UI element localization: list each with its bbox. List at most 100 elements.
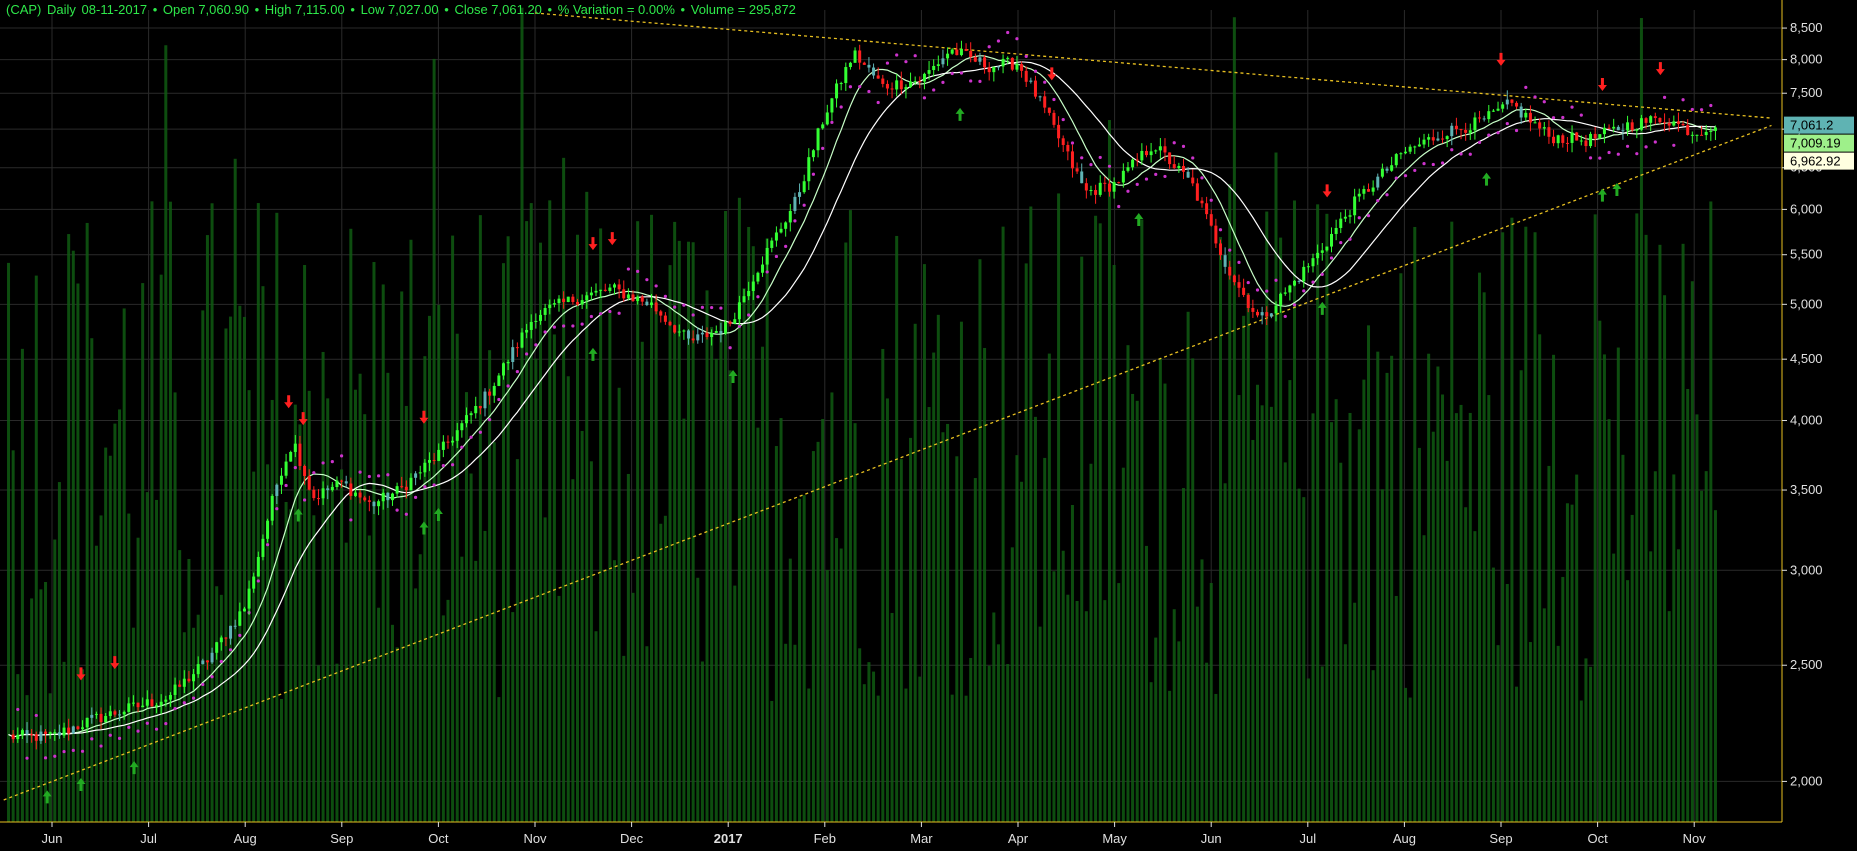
candle-body: [677, 331, 681, 333]
x-tick-label: Sep: [330, 831, 353, 846]
sar-dot: [460, 445, 464, 449]
sar-dot: [80, 749, 85, 753]
candle-body: [557, 298, 561, 304]
price-tag: 7,061.2: [1784, 116, 1854, 134]
x-tick-label: Jun: [1201, 831, 1222, 846]
candle-body: [1417, 144, 1421, 147]
volume-bar: [1602, 354, 1606, 822]
candle-body: [779, 228, 783, 233]
volume-bar: [1260, 405, 1264, 822]
candle-body: [1621, 130, 1625, 132]
candle-body: [20, 730, 24, 735]
candle-body: [848, 62, 852, 68]
candle-body: [1663, 122, 1667, 124]
candle-body: [279, 475, 283, 485]
sar-dot: [414, 495, 418, 499]
volume-bar: [44, 582, 48, 822]
volume-bar: [700, 661, 704, 822]
volume-bar: [1593, 214, 1597, 822]
y-tick-label: 7,500: [1790, 85, 1823, 100]
volume-bar: [1024, 263, 1028, 822]
volume-bar: [1695, 414, 1699, 822]
candle-body: [349, 483, 353, 496]
volume-bar: [414, 588, 418, 822]
sar-dot: [238, 633, 242, 637]
volume-bar: [1367, 325, 1371, 822]
volume-bar: [497, 697, 501, 822]
candle-body: [229, 625, 233, 639]
candle-body: [353, 492, 357, 496]
trendline: [534, 12, 1772, 119]
volume-bar: [1172, 609, 1176, 822]
volume-bar: [1621, 454, 1625, 822]
volume-bar: [1357, 429, 1361, 822]
volume-bar: [719, 319, 723, 822]
sell-arrow: [298, 412, 308, 426]
sar-dot: [673, 305, 677, 309]
volume-bar: [1200, 559, 1204, 822]
x-tick-label: May: [1102, 831, 1127, 846]
volume-bar: [807, 688, 811, 822]
volume-bar: [927, 407, 931, 822]
candle-body: [1408, 146, 1412, 152]
volume-bar: [1616, 347, 1620, 822]
volume-bar: [946, 423, 950, 822]
sar-dot: [210, 675, 214, 679]
header-sep: •: [254, 2, 260, 17]
candle-body: [1565, 142, 1569, 144]
sar-dot: [552, 325, 556, 329]
volume-bar: [1242, 315, 1246, 822]
volume-bar: [1033, 416, 1037, 822]
volume-bar: [626, 473, 630, 822]
candle-body: [1052, 112, 1056, 125]
candle-body: [1325, 246, 1329, 251]
volume-bar: [811, 451, 815, 822]
candle-body: [506, 362, 510, 364]
volume-bar: [1205, 662, 1209, 822]
sar-dot: [1255, 288, 1260, 292]
volume-bar: [1255, 384, 1260, 822]
volume-bar: [1214, 693, 1218, 822]
candle-body: [1246, 294, 1250, 308]
candle-body: [252, 576, 256, 589]
candle-body: [1496, 108, 1500, 111]
sar-dot: [599, 312, 603, 316]
candle-body: [793, 196, 797, 211]
x-tick-label: Jun: [42, 831, 63, 846]
volume-bar: [1505, 583, 1509, 822]
sar-dot: [562, 324, 566, 328]
buy-arrow: [1482, 172, 1492, 186]
volume-bar: [224, 328, 228, 822]
sar-dot: [1098, 155, 1102, 160]
candle-body: [576, 301, 580, 305]
sar-dot: [1496, 131, 1500, 135]
sar-dot: [700, 305, 705, 309]
volume-bar: [1131, 393, 1135, 822]
sar-dot: [626, 267, 630, 271]
sar-dot: [256, 579, 260, 583]
candle-body: [742, 296, 746, 303]
volume-bar: [1010, 547, 1014, 822]
sar-dot: [173, 706, 177, 711]
candle-body: [751, 281, 755, 291]
candle-body: [451, 440, 455, 443]
candle-body: [770, 240, 774, 248]
volume-bar: [1265, 211, 1269, 822]
candle-body: [1431, 137, 1435, 141]
volume-bar: [899, 459, 903, 822]
y-tick-label: 6,000: [1790, 201, 1823, 216]
volume-bar: [418, 554, 422, 822]
volume-bar: [691, 242, 695, 822]
volume-bar: [1126, 345, 1130, 822]
candle-body: [1459, 129, 1463, 131]
candle-body: [1024, 70, 1028, 82]
sar-dot: [663, 294, 667, 299]
volume-bar: [663, 515, 667, 822]
volume-bar: [1237, 395, 1241, 822]
sar-dot: [839, 105, 843, 109]
candle-body: [1232, 275, 1236, 283]
candle-body: [395, 486, 399, 494]
volume-bar: [71, 250, 75, 822]
candle-body: [1450, 125, 1454, 137]
sar-dot: [996, 39, 1001, 43]
